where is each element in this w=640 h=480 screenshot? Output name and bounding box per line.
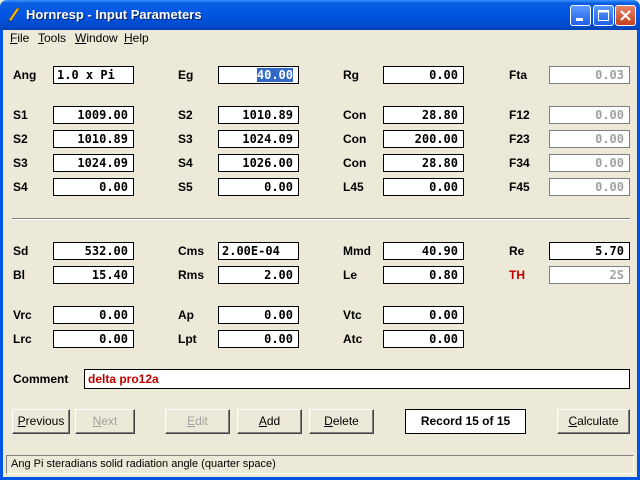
ap-field[interactable]: 0.00 [218, 306, 299, 324]
s3-label: S3 [178, 132, 193, 146]
s3-field-2[interactable]: 1024.09 [53, 154, 134, 172]
s3-label-2: S3 [13, 156, 28, 170]
atc-label: Atc [343, 332, 363, 346]
s3-field[interactable]: 1024.09 [218, 130, 299, 148]
rms-label: Rms [178, 268, 205, 282]
le-field[interactable]: 0.80 [383, 266, 464, 284]
s1-field[interactable]: 1009.00 [53, 106, 134, 124]
window-title: Hornresp - Input Parameters [26, 7, 202, 22]
lpt-label: Lpt [178, 332, 197, 346]
th-label[interactable]: TH [509, 268, 525, 282]
record-indicator: Record 15 of 15 [405, 409, 526, 434]
s2-field-2[interactable]: 1010.89 [53, 130, 134, 148]
rg-label: Rg [343, 68, 359, 82]
menu-window[interactable]: Window [75, 31, 118, 45]
s2-label-2: S2 [13, 132, 28, 146]
s4-label-2: S4 [13, 180, 28, 194]
s5-field[interactable]: 0.00 [218, 178, 299, 196]
hornresp-window: Hornresp - Input Parameters File Tools W… [0, 0, 640, 480]
le-label: Le [343, 268, 358, 282]
menu-help[interactable]: Help [124, 31, 149, 45]
add-button[interactable]: Add [237, 409, 302, 434]
sd-label: Sd [13, 244, 29, 258]
ang-label: Ang [13, 68, 37, 82]
cms-label: Cms [178, 244, 205, 258]
fta-label: Fta [509, 68, 527, 82]
re-field[interactable]: 5.70 [549, 242, 630, 260]
calculate-button[interactable]: Calculate [557, 409, 630, 434]
delete-button[interactable]: Delete [309, 409, 374, 434]
mmd-label: Mmd [343, 244, 371, 258]
eg-label: Eg [178, 68, 194, 82]
con3-field[interactable]: 28.80 [383, 154, 464, 172]
re-label: Re [509, 244, 525, 258]
comment-label: Comment [13, 372, 69, 386]
atc-field[interactable]: 0.00 [383, 330, 464, 348]
previous-button[interactable]: Previous [12, 409, 70, 434]
con2-field[interactable]: 200.00 [383, 130, 464, 148]
lrc-field[interactable]: 0.00 [53, 330, 134, 348]
edit-button: Edit [165, 409, 230, 434]
eg-field[interactable]: 40.00 [218, 66, 299, 84]
f34-field: 0.00 [549, 154, 630, 172]
vtc-label: Vtc [343, 308, 362, 322]
con2-label: Con [343, 132, 367, 146]
section-divider [12, 218, 630, 220]
title-bar[interactable]: Hornresp - Input Parameters [0, 0, 640, 30]
f12-field: 0.00 [549, 106, 630, 124]
con3-label: Con [343, 156, 367, 170]
comment-field[interactable]: delta pro12a [84, 369, 630, 389]
s2-label: S2 [178, 108, 193, 122]
menu-file[interactable]: File [10, 31, 29, 45]
bl-label: Bl [13, 268, 25, 282]
menu-tools[interactable]: Tools [38, 31, 66, 45]
f23-label: F23 [509, 132, 530, 146]
minimize-button[interactable] [570, 5, 591, 26]
s1-label: S1 [13, 108, 28, 122]
f45-field: 0.00 [549, 178, 630, 196]
maximize-button[interactable] [593, 5, 614, 26]
lrc-label: Lrc [13, 332, 32, 346]
vtc-field[interactable]: 0.00 [383, 306, 464, 324]
hornresp-app-icon [6, 6, 22, 22]
s4-field[interactable]: 1026.00 [218, 154, 299, 172]
s4-field-2[interactable]: 0.00 [53, 178, 134, 196]
s4-label: S4 [178, 156, 193, 170]
con1-label: Con [343, 108, 367, 122]
s5-label: S5 [178, 180, 193, 194]
bl-field[interactable]: 15.40 [53, 266, 134, 284]
sd-field[interactable]: 532.00 [53, 242, 134, 260]
th-field: 2S [549, 266, 630, 284]
ang-field[interactable]: 1.0 x Pi [53, 66, 134, 84]
vrc-label: Vrc [13, 308, 32, 322]
s2-field[interactable]: 1010.89 [218, 106, 299, 124]
next-button: Next [75, 409, 135, 434]
rms-field[interactable]: 2.00 [218, 266, 299, 284]
fta-field: 0.03 [549, 66, 630, 84]
mmd-field[interactable]: 40.90 [383, 242, 464, 260]
close-button[interactable] [615, 5, 636, 26]
status-bar: Ang Pi steradians solid radiation angle … [6, 455, 634, 474]
rg-field[interactable]: 0.00 [383, 66, 464, 84]
lpt-field[interactable]: 0.00 [218, 330, 299, 348]
vrc-field[interactable]: 0.00 [53, 306, 134, 324]
ap-label: Ap [178, 308, 194, 322]
f45-label: F45 [509, 180, 530, 194]
menu-bar: File Tools Window Help [0, 29, 640, 47]
f34-label: F34 [509, 156, 530, 170]
f23-field: 0.00 [549, 130, 630, 148]
con1-field[interactable]: 28.80 [383, 106, 464, 124]
cms-field[interactable]: 2.00E-04 [218, 242, 299, 260]
f12-label: F12 [509, 108, 530, 122]
l45-field[interactable]: 0.00 [383, 178, 464, 196]
l45-label: L45 [343, 180, 364, 194]
window-frame-left [0, 30, 3, 480]
